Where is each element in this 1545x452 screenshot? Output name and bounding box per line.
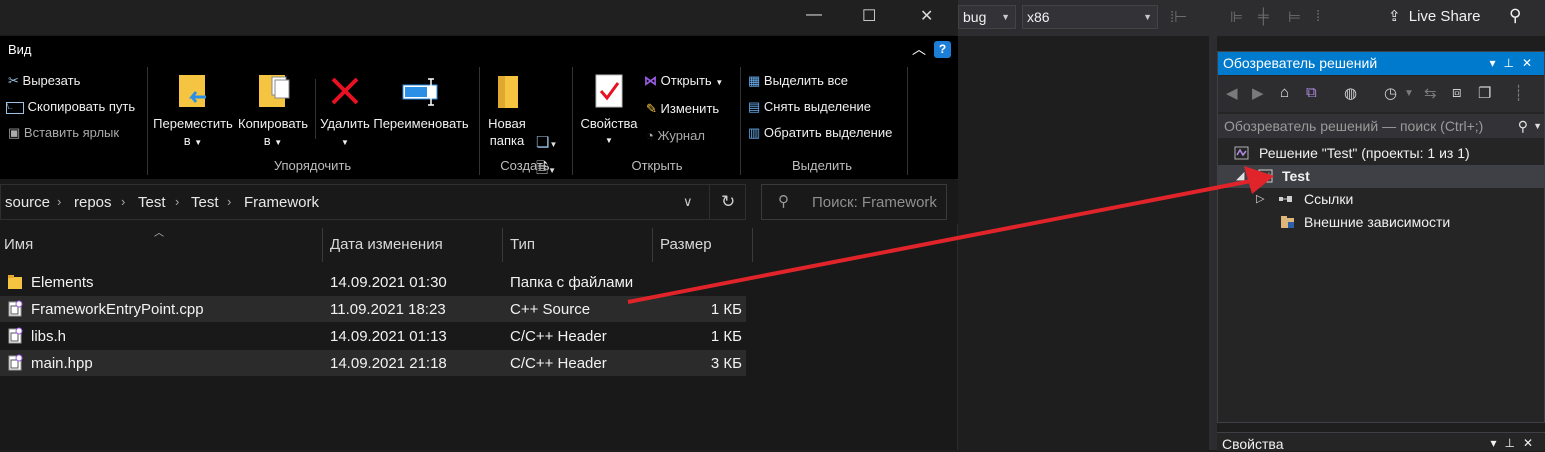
arrow-shaft bbox=[627, 178, 1257, 304]
annotation-arrow bbox=[627, 166, 1274, 304]
arrow-head bbox=[1244, 166, 1274, 194]
